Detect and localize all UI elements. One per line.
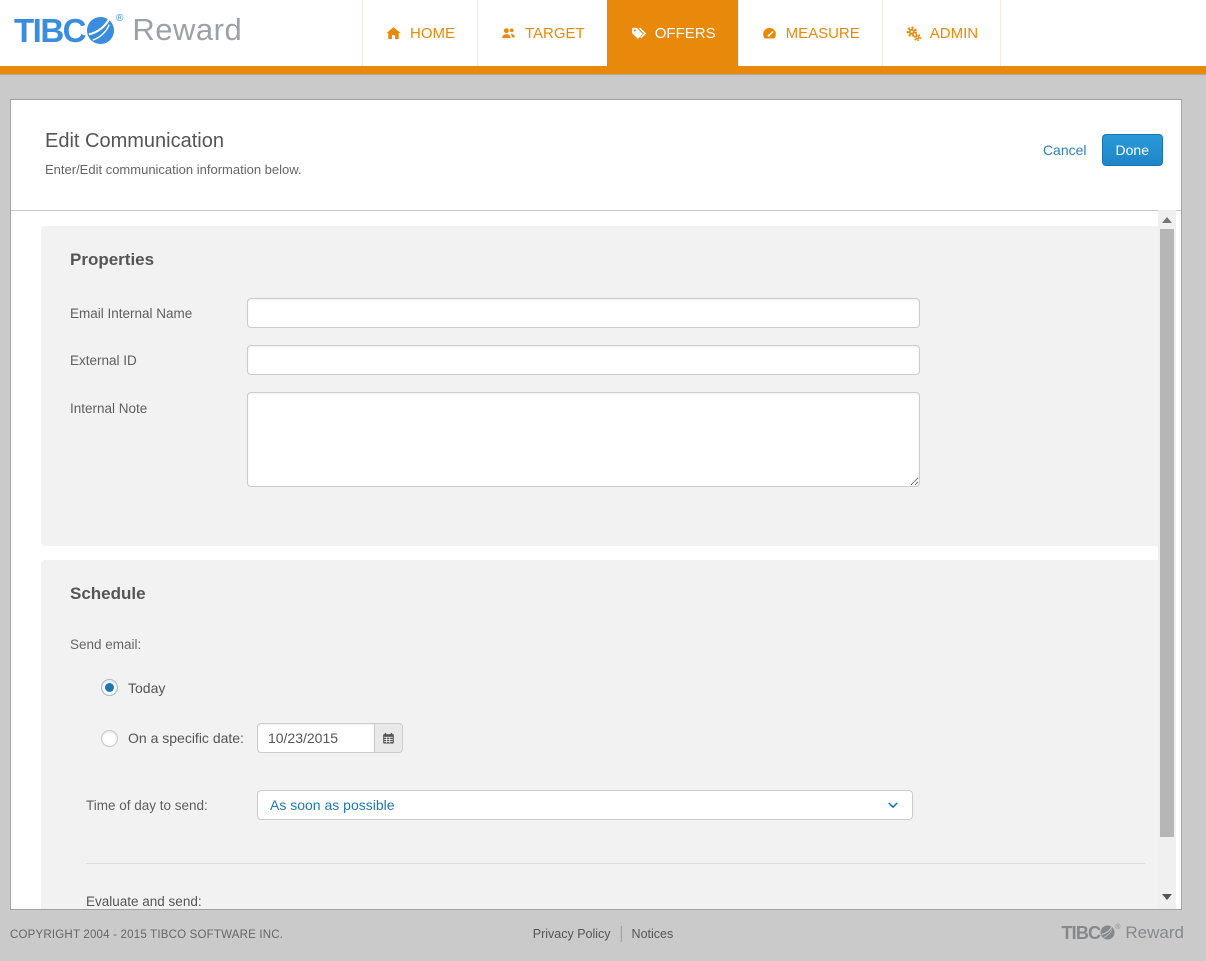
external-id-row: External ID — [70, 345, 1161, 375]
specific-date-option-row: On a specific date: — [70, 723, 1161, 753]
gauge-icon — [762, 27, 776, 38]
nav-tab-measure[interactable]: MEASURE — [737, 0, 882, 66]
users-icon — [502, 27, 515, 38]
main-nav-tabs: HOME TARGET OFFERS MEASURE ADMIN — [362, 0, 1002, 66]
nav-tab-label: HOME — [410, 24, 455, 42]
notices-link[interactable]: Notices — [632, 927, 674, 941]
nav-tab-label: ADMIN — [929, 24, 979, 42]
brand-logo-suffix: Reward — [132, 12, 243, 47]
footer-registered-mark: ® — [1115, 924, 1121, 931]
nav-tab-label: MEASURE — [785, 24, 860, 42]
internal-note-row: Internal Note — [70, 392, 1161, 487]
nav-tab-offers[interactable]: OFFERS — [606, 0, 738, 66]
panel-body: Properties Email Internal Name External … — [11, 210, 1181, 909]
schedule-divider — [86, 863, 1145, 864]
nav-tab-home[interactable]: HOME — [362, 0, 477, 66]
footer-logo-text: TIBC — [1061, 923, 1101, 943]
tags-icon — [631, 27, 646, 39]
schedule-section: Schedule Send email: Today On a specific… — [41, 560, 1161, 909]
today-label: Today — [128, 679, 166, 696]
page-subtitle: Enter/Edit communication information bel… — [45, 162, 302, 177]
external-id-input[interactable] — [247, 345, 920, 375]
radio-today[interactable] — [101, 679, 118, 696]
email-internal-name-label: Email Internal Name — [70, 305, 193, 321]
registered-mark: ® — [116, 13, 124, 24]
today-option-row: Today — [70, 679, 1161, 696]
panel-header: Edit Communication Enter/Edit communicat… — [11, 100, 1181, 211]
evaluate-and-send-label: Evaluate and send: — [86, 894, 202, 909]
done-button[interactable]: Done — [1101, 134, 1163, 166]
privacy-policy-link[interactable]: Privacy Policy — [533, 927, 611, 941]
date-input[interactable] — [256, 723, 375, 753]
scrollbar[interactable] — [1158, 210, 1176, 909]
gears-icon — [906, 25, 921, 41]
internal-note-textarea[interactable] — [247, 392, 920, 487]
specific-date-label: On a specific date: — [128, 730, 244, 746]
time-of-day-select[interactable]: As soon as possible — [257, 790, 913, 820]
time-of-day-label: Time of day to send: — [86, 797, 208, 813]
brand-logo-text: TIBC — [14, 12, 87, 49]
accent-bar — [0, 66, 1206, 74]
time-of-day-row: Time of day to send: As soon as possible — [70, 790, 1161, 820]
time-of-day-value: As soon as possible — [270, 797, 395, 813]
nav-tab-admin[interactable]: ADMIN — [881, 0, 1002, 66]
brand-logo: TIBC ® Reward — [14, 12, 243, 49]
page-title: Edit Communication — [45, 130, 224, 152]
footer-link-divider — [620, 926, 622, 942]
copyright-text: COPYRIGHT 2004 - 2015 TIBCO SOFTWARE INC… — [10, 929, 284, 941]
scroll-up-arrow[interactable] — [1158, 212, 1176, 228]
nav-tab-label: OFFERS — [654, 24, 716, 42]
footer-brand-logo: TIBC ® Reward — [1061, 924, 1184, 942]
send-email-label: Send email: — [70, 637, 142, 652]
nav-tab-label: TARGET — [525, 24, 585, 42]
properties-heading: Properties — [70, 250, 155, 269]
header-actions: Cancel Done — [1043, 134, 1163, 166]
footer-links: Privacy Policy Notices — [533, 926, 673, 942]
footer: COPYRIGHT 2004 - 2015 TIBCO SOFTWARE INC… — [0, 910, 1206, 961]
cancel-link[interactable]: Cancel — [1043, 142, 1087, 158]
chevron-down-icon — [888, 802, 898, 809]
footer-o-icon — [1100, 925, 1115, 940]
external-id-label: External ID — [70, 352, 137, 368]
footer-logo-suffix: Reward — [1125, 923, 1184, 942]
brand-o-icon — [86, 16, 115, 45]
scroll-thumb[interactable] — [1160, 229, 1174, 837]
scroll-down-arrow[interactable] — [1158, 889, 1176, 905]
home-icon — [386, 26, 401, 39]
properties-section: Properties Email Internal Name External … — [41, 226, 1161, 546]
page: TIBC ® Reward HOME TARGET OFFERS MEASURE… — [0, 0, 1206, 961]
email-internal-name-row: Email Internal Name — [70, 298, 1161, 328]
nav-tab-target[interactable]: TARGET — [477, 0, 607, 66]
edit-communication-panel: Edit Communication Enter/Edit communicat… — [10, 99, 1182, 910]
schedule-heading: Schedule — [70, 584, 146, 603]
date-input-group — [256, 723, 403, 753]
calendar-button[interactable] — [373, 723, 403, 753]
radio-specific-date[interactable] — [101, 729, 118, 747]
internal-note-label: Internal Note — [70, 401, 148, 416]
email-internal-name-input[interactable] — [247, 298, 920, 328]
calendar-icon — [383, 732, 394, 743]
top-nav: TIBC ® Reward HOME TARGET OFFERS MEASURE… — [0, 0, 1206, 66]
